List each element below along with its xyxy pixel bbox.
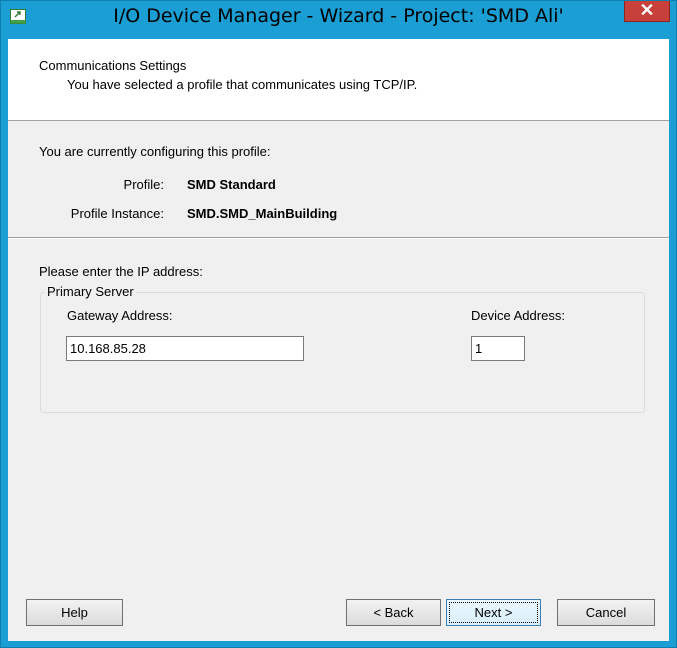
app-icon [10, 9, 26, 24]
ip-prompt: Please enter the IP address: [39, 264, 203, 279]
wizard-window: I/O Device Manager - Wizard - Project: '… [0, 0, 677, 648]
header-panel: Communications Settings You have selecte… [8, 39, 669, 121]
next-button[interactable]: Next > [446, 599, 541, 626]
title-bar[interactable]: I/O Device Manager - Wizard - Project: '… [1, 1, 676, 39]
cancel-button[interactable]: Cancel [557, 599, 655, 626]
wizard-body: Communications Settings You have selecte… [8, 39, 669, 641]
device-address-label: Device Address: [471, 308, 565, 323]
profile-instance-label: Profile Instance: [70, 206, 164, 221]
profile-value: SMD Standard [187, 177, 276, 192]
page-title: Communications Settings [39, 58, 187, 73]
profile-instance-value: SMD.SMD_MainBuilding [187, 206, 338, 221]
back-button[interactable]: < Back [346, 599, 441, 626]
device-address-input[interactable] [471, 336, 525, 361]
group-title: Primary Server [45, 284, 136, 299]
gateway-address-input[interactable] [66, 336, 304, 361]
close-icon [641, 2, 653, 20]
gateway-address-label: Gateway Address: [67, 308, 173, 323]
separator [8, 237, 669, 239]
profile-intro: You are currently configuring this profi… [39, 144, 271, 159]
focus-rectangle [449, 602, 538, 623]
help-button[interactable]: Help [26, 599, 123, 626]
close-button[interactable] [624, 1, 670, 22]
window-title: I/O Device Manager - Wizard - Project: '… [113, 5, 564, 27]
page-description: You have selected a profile that communi… [67, 77, 418, 92]
profile-label: Profile: [123, 177, 164, 192]
